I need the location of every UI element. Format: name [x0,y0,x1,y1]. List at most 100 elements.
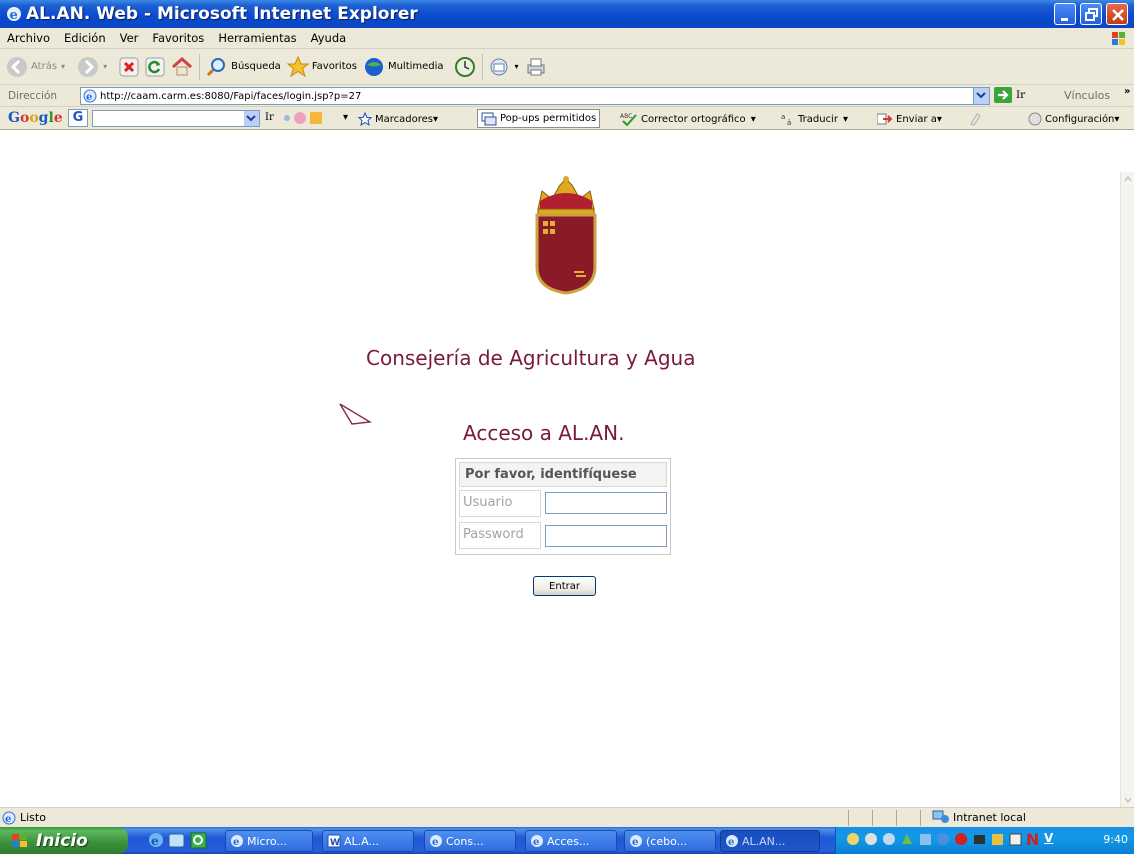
google-menu-button[interactable]: G [68,109,88,127]
tray-app-icon[interactable]: V [1044,831,1059,846]
tray-app-icon[interactable] [864,832,879,847]
windows-logo-icon [1112,32,1125,45]
settings-button[interactable]: Configuración ▾ [1028,112,1119,126]
mail-dropdown-icon[interactable]: ▾ [515,62,519,71]
go-button[interactable]: Ir [994,87,1025,103]
tray-app-icon[interactable] [882,832,897,847]
taskbar-item[interactable]: e Cons... [424,830,516,852]
bookmarks-button[interactable]: Marcadores ▾ [358,112,438,126]
ie-window-icon: e [630,835,642,848]
tray-app-icon[interactable] [972,832,987,847]
password-input[interactable] [545,525,667,547]
back-dropdown-icon[interactable]: ▾ [61,62,65,71]
multimedia-label: Multimedia [387,61,444,72]
scroll-down-icon[interactable] [1121,793,1134,807]
taskbar-item[interactable]: e Acces... [525,830,617,852]
tray-app-icon[interactable] [936,832,951,847]
svg-text:e: e [10,8,18,22]
scroll-up-icon[interactable] [1121,172,1134,186]
forward-button[interactable]: ▾ [77,56,107,78]
menu-edicion[interactable]: Edición [57,31,113,45]
pagerank-icon[interactable] [283,110,323,126]
links-label[interactable]: Vínculos [1064,89,1110,102]
security-zone[interactable]: Intranet local [932,810,1026,824]
minimize-button[interactable] [1054,3,1076,25]
taskbar-item-label: AL.A... [344,834,379,848]
mail-button[interactable]: ▾ [489,56,519,78]
spellcheck-icon: ABC [620,113,637,126]
printer-icon [527,58,545,75]
menu-bar: Archivo Edición Ver Favoritos Herramient… [0,28,1134,49]
menu-ver[interactable]: Ver [113,31,146,45]
popups-button[interactable]: Pop-ups permitidos [477,109,601,128]
menu-herramientas[interactable]: Herramientas [211,31,303,45]
vertical-scrollbar[interactable] [1120,172,1134,807]
outlook-quicklaunch-icon[interactable] [168,832,185,849]
tray-app-icon[interactable] [990,832,1005,847]
username-input[interactable] [545,492,667,514]
highlight-icon[interactable] [968,112,982,126]
chevron-down-icon [976,92,986,99]
svg-text:e: e [86,92,92,103]
history-button[interactable] [454,56,476,78]
window-titlebar[interactable]: e AL.AN. Web - Microsoft Internet Explor… [0,0,1134,28]
ie-quicklaunch-icon[interactable]: e [148,832,165,849]
tray-app-icon[interactable] [900,832,915,847]
start-label: Inicio [36,830,88,851]
tray-app-icon[interactable] [918,832,933,847]
taskbar-item[interactable]: e Micro... [225,830,313,852]
svg-text:a: a [781,113,785,121]
menu-favoritos[interactable]: Favoritos [145,31,211,45]
stop-button[interactable] [119,57,139,77]
google-search-dropdown[interactable] [244,111,259,126]
search-button[interactable]: Búsqueda [206,56,281,78]
google-options-dropdown[interactable]: ▾ [343,112,348,123]
restore-icon [1085,8,1098,21]
page-title: Consejería de Agricultura y Agua [366,346,696,370]
desktop-quicklaunch-icon[interactable] [190,832,207,849]
tray-app-icon[interactable] [1008,832,1023,847]
address-input[interactable]: e http://caam.carm.es:8080/Fapi/faces/lo… [80,87,990,105]
translate-label: Traducir [798,113,838,125]
home-button[interactable] [171,56,193,78]
translate-button[interactable]: aä Traducir ▾ [781,112,848,126]
taskbar-item-label: AL.AN... [742,834,786,848]
status-pane [896,810,897,826]
favorites-button[interactable]: Favoritos [286,55,357,78]
home-icon [172,56,193,75]
taskbar-item[interactable]: e (cebo... [624,830,716,852]
send-button[interactable]: Enviar a ▾ [877,112,942,126]
maximize-button[interactable] [1080,3,1102,25]
print-button[interactable] [525,56,547,78]
close-button[interactable] [1106,3,1128,25]
tray-app-icon[interactable] [954,832,969,847]
toolbar-separator [481,53,483,80]
taskbar-item-label: (cebo... [646,834,688,848]
menu-archivo[interactable]: Archivo [0,31,57,45]
login-form: Por favor, identifíquese Usuario Passwor… [455,458,671,555]
start-button[interactable]: Inicio [0,827,128,854]
svg-text:ä: ä [787,119,791,126]
clock[interactable]: 9:40 [1103,833,1128,846]
links-chevron-icon[interactable]: » [1124,86,1130,97]
back-button[interactable]: Atrás ▾ [6,56,65,78]
forward-dropdown-icon[interactable]: ▾ [103,62,107,71]
address-dropdown-button[interactable] [973,88,989,104]
multimedia-button[interactable]: Multimedia [363,56,444,78]
google-logo[interactable]: Google [8,110,63,126]
tray-app-icon[interactable]: N [1026,830,1041,849]
google-search-input[interactable] [92,110,260,127]
spellcheck-button[interactable]: ABC Corrector ortográfico ▾ [620,112,756,126]
taskbar-item[interactable]: W AL.A... [322,830,414,852]
taskbar: Inicio e e Micro... W AL.A... e Cons... … [0,827,1134,854]
tray-app-icon[interactable] [846,832,861,847]
menu-ayuda[interactable]: Ayuda [304,31,354,45]
google-go-button[interactable]: Ir [265,112,274,123]
popups-label: Pop-ups permitidos [500,113,597,124]
svg-text:e: e [728,837,734,848]
star-outline-icon [358,112,372,126]
refresh-button[interactable] [145,57,165,77]
login-submit-button[interactable]: Entrar [533,576,596,596]
taskbar-item-active[interactable]: e AL.AN... [720,830,820,852]
ie-logo-icon: e [7,7,21,22]
